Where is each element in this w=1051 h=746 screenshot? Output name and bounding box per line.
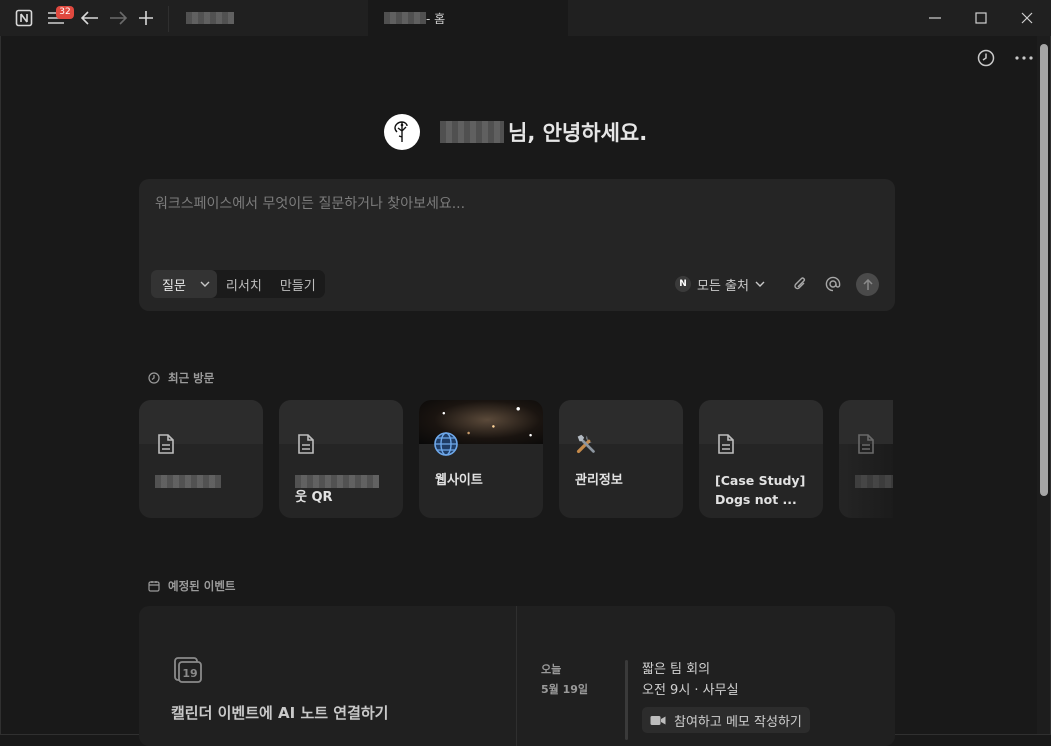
mode-switcher: 질문 리서치 만들기 (151, 270, 325, 298)
redacted-tab-name (186, 12, 234, 24)
globe-icon (433, 430, 459, 458)
mode-create-button[interactable]: 만들기 (271, 270, 325, 298)
page-icon (293, 430, 319, 458)
event-indicator-bar (625, 660, 628, 740)
event-date: 오늘 5월 19일 (541, 660, 588, 700)
redacted-tab-name (384, 12, 426, 24)
event-title: 짧은 팀 회의 (642, 662, 711, 677)
card-title: 관리정보 (575, 473, 623, 488)
source-label: 모든 출처 (697, 278, 749, 294)
forward-arrow-icon[interactable] (108, 8, 128, 28)
recent-card[interactable]: [Case Study] Dogs not ... (699, 400, 823, 518)
connect-calendar-link[interactable]: 캘린더 이벤트에 AI 노트 연결하기 (171, 702, 391, 724)
recent-card[interactable]: 관리정보 (559, 400, 683, 518)
source-selector[interactable]: N 모든 출처 (675, 274, 765, 294)
maximize-button[interactable] (958, 0, 1004, 36)
mention-at-icon[interactable] (823, 274, 843, 294)
greeting-text: 님, 안녕하세요. (508, 121, 648, 145)
new-tab-plus-icon[interactable] (136, 8, 156, 28)
clock-icon (148, 372, 160, 384)
upcoming-events-heading: 예정된 이벤트 (148, 578, 235, 594)
ai-ask-box[interactable]: 워크스페이스에서 무엇이든 질문하거나 찾아보세요... 질문 리서치 만들기 … (139, 179, 895, 311)
card-title: 웃 QR (295, 471, 391, 507)
card-title: 웹사이트 (435, 473, 483, 488)
join-label: 참여하고 메모 작성하기 (674, 714, 802, 730)
recent-card[interactable] (839, 400, 893, 518)
event-day-label: 오늘 (541, 663, 562, 676)
svg-text:19: 19 (182, 667, 197, 680)
greeting: 님, 안녕하세요. (384, 113, 647, 151)
title-bar: 32 - 홈 (0, 0, 1051, 36)
card-title (155, 471, 251, 494)
tools-icon (573, 430, 599, 458)
join-and-take-notes-button[interactable]: 참여하고 메모 작성하기 (642, 707, 810, 733)
mode-label: 질문 (162, 278, 186, 294)
event-date-label: 5월 19일 (541, 683, 589, 696)
history-clock-icon[interactable] (975, 47, 997, 69)
attach-paperclip-icon[interactable] (790, 274, 810, 294)
mode-ask-button[interactable]: 질문 (151, 270, 217, 298)
tab-workspace[interactable] (186, 0, 234, 36)
notion-logo-icon[interactable] (14, 8, 34, 28)
avatar[interactable] (384, 114, 420, 150)
page-icon (713, 430, 739, 458)
video-camera-icon (650, 715, 666, 726)
event-time: 오전 9시 · 사무실 (642, 683, 739, 698)
redacted-title (855, 475, 893, 488)
notion-icon: N (675, 276, 691, 292)
page-icon (153, 430, 179, 458)
titlebar-divider (168, 6, 169, 32)
ask-input[interactable]: 워크스페이스에서 무엇이든 질문하거나 찾아보세요... (155, 193, 465, 213)
recent-card[interactable] (139, 400, 263, 518)
recent-visits-heading: 최근 방문 (148, 370, 214, 386)
recent-card[interactable]: 웃 QR (279, 400, 403, 518)
notification-badge: 32 (56, 6, 74, 19)
send-button[interactable] (856, 273, 879, 296)
chevron-down-icon[interactable] (200, 281, 210, 287)
chevron-down-icon (755, 281, 765, 287)
events-divider (516, 606, 517, 746)
card-title: [Case Study] Dogs not ... (715, 473, 806, 507)
close-button[interactable] (1004, 0, 1050, 36)
scrollbar-thumb[interactable] (1040, 44, 1048, 496)
card-title-text: 웃 QR (295, 490, 333, 505)
more-options-icon[interactable] (1013, 47, 1035, 69)
calendar-19-icon: 19 (173, 654, 203, 688)
mode-research-button[interactable]: 리서치 (217, 270, 271, 298)
redacted-user-name (440, 121, 504, 143)
redacted-title (155, 475, 221, 488)
card-title (855, 471, 893, 494)
back-arrow-icon[interactable] (80, 8, 100, 28)
section-title: 최근 방문 (168, 371, 215, 385)
event-details[interactable]: 짧은 팀 회의 오전 9시 · 사무실 (642, 659, 739, 701)
redacted-title (295, 475, 379, 488)
tab-home[interactable]: - 홈 (368, 0, 568, 36)
tab-label: - 홈 (426, 11, 446, 26)
minimize-button[interactable] (912, 0, 958, 36)
calendar-icon (148, 580, 160, 592)
section-title: 예정된 이벤트 (168, 579, 236, 593)
page-icon (853, 430, 879, 458)
recent-card[interactable]: 웹사이트 (419, 400, 543, 518)
events-panel: 19 캘린더 이벤트에 AI 노트 연결하기 오늘 5월 19일 짧은 팀 회의… (139, 606, 895, 746)
